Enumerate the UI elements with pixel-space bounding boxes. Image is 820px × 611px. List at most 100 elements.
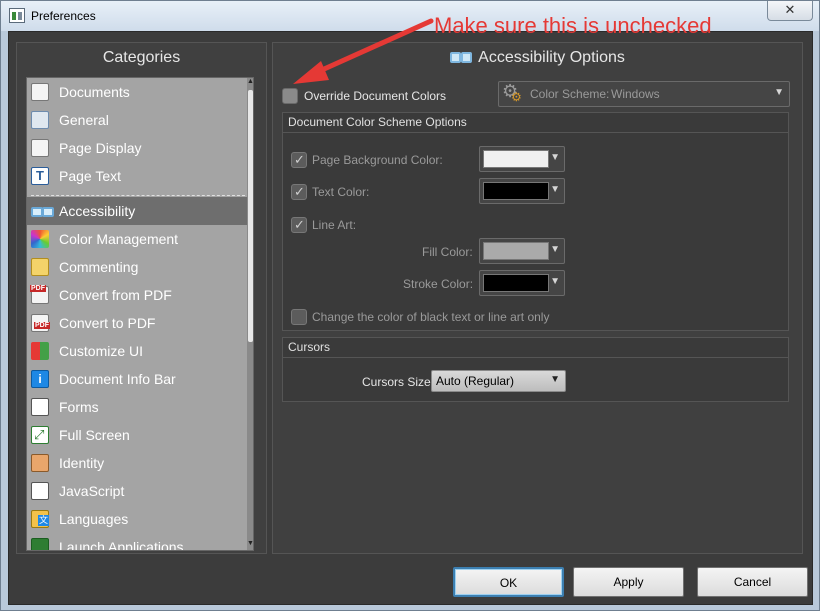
category-label: Identity [59, 455, 105, 471]
category-label: Customize UI [59, 343, 144, 359]
categories-list[interactable]: Documents General Page Display T Page Te… [26, 77, 254, 551]
scroll-down-icon[interactable]: ▼ [247, 540, 253, 550]
category-label: Accessibility [59, 203, 136, 219]
chevron-down-icon: ▼ [550, 276, 560, 287]
category-convert-from-pdf[interactable]: Convert from PDF [27, 281, 247, 309]
ok-button[interactable]: OK [453, 567, 564, 597]
text-color-picker[interactable]: ▼ [479, 178, 565, 204]
color-wheel-icon [31, 230, 49, 248]
chevron-down-icon: ▼ [550, 184, 560, 195]
color-scheme-value: Windows [611, 87, 660, 101]
gear-icon [502, 81, 522, 104]
info-icon: i [31, 370, 49, 388]
line-art-label: Line Art: [312, 218, 357, 232]
text-color-label: Text Color: [312, 185, 370, 199]
category-label: Page Text [59, 168, 122, 184]
document-color-scheme-group: Document Color Scheme Options Page Backg… [282, 112, 789, 331]
category-commenting[interactable]: Commenting [27, 253, 247, 281]
glasses-icon [450, 51, 473, 63]
page-background-color-picker[interactable]: ▼ [479, 146, 565, 172]
category-identity[interactable]: Identity [27, 449, 247, 477]
dialog-body: Categories Documents General Page Displa… [8, 31, 813, 605]
categories-scrollbar[interactable]: ▲ ▼ [247, 78, 253, 550]
categories-header: Categories [102, 49, 181, 66]
color-swatch [483, 150, 549, 168]
document-icon [31, 83, 49, 101]
close-button[interactable]: ✕ [767, 1, 813, 21]
cursors-size-value: Auto (Regular) [436, 374, 515, 388]
category-label: Convert to PDF [59, 315, 156, 331]
category-full-screen[interactable]: Full Screen [27, 421, 247, 449]
category-forms[interactable]: Forms [27, 393, 247, 421]
categories-panel: Categories Documents General Page Displa… [16, 42, 267, 554]
page-text-icon: T [31, 167, 49, 185]
customize-ui-icon [31, 342, 49, 360]
launch-applications-icon [31, 538, 49, 550]
javascript-icon [31, 482, 49, 500]
group-title: Cursors [288, 340, 331, 354]
apply-button[interactable]: Apply [573, 567, 684, 597]
stroke-color-picker[interactable]: ▼ [479, 270, 565, 296]
category-convert-to-pdf[interactable]: Convert to PDF [27, 309, 247, 337]
override-document-colors-label: Override Document Colors [304, 89, 447, 103]
chevron-down-icon: ▼ [550, 374, 560, 385]
category-label: Convert from PDF [59, 287, 172, 303]
color-swatch [483, 274, 549, 292]
identity-icon [31, 454, 49, 472]
color-scheme-select[interactable]: Color Scheme: Windows ▼ [498, 81, 790, 107]
app-icon [9, 8, 25, 23]
annotation-text: Make sure this is unchecked [434, 13, 712, 38]
category-separator [31, 195, 245, 196]
category-javascript[interactable]: JavaScript [27, 477, 247, 505]
general-icon [31, 111, 49, 129]
annotation-arrow [293, 18, 434, 84]
category-label: Languages [59, 511, 129, 527]
cursors-size-select[interactable]: Auto (Regular) ▼ [431, 370, 566, 392]
page-background-label: Page Background Color: [312, 153, 443, 167]
forms-icon [31, 398, 49, 416]
cursors-group: Cursors Cursors Size: Auto (Regular) ▼ [282, 337, 789, 402]
text-color-checkbox[interactable] [291, 184, 307, 200]
color-swatch [483, 242, 549, 260]
stroke-color-label: Stroke Color: [403, 277, 474, 291]
category-label: Launch Applications [59, 539, 184, 551]
line-art-checkbox[interactable] [291, 217, 307, 233]
convert-from-pdf-icon [30, 285, 49, 304]
full-screen-icon [31, 426, 49, 444]
cursors-size-label: Cursors Size: [362, 375, 435, 389]
chevron-down-icon: ▼ [550, 244, 560, 255]
chevron-down-icon: ▼ [774, 87, 784, 98]
black-text-only-checkbox[interactable] [291, 309, 307, 325]
color-swatch [483, 182, 549, 200]
category-accessibility[interactable]: Accessibility [27, 197, 247, 225]
fill-color-picker[interactable]: ▼ [479, 238, 565, 264]
fill-color-label: Fill Color: [422, 245, 473, 259]
category-document-info-bar[interactable]: i Document Info Bar [27, 365, 247, 393]
preferences-window: Preferences ✕ Categories Documents Gener… [0, 0, 820, 611]
languages-icon [31, 510, 49, 528]
category-label: Commenting [59, 259, 139, 275]
category-customize-ui[interactable]: Customize UI [27, 337, 247, 365]
category-general[interactable]: General [27, 106, 247, 134]
color-scheme-label: Color Scheme: [530, 87, 610, 101]
category-label: Forms [59, 399, 99, 415]
category-page-display[interactable]: Page Display [27, 134, 247, 162]
category-launch-applications[interactable]: Launch Applications [27, 533, 247, 551]
page-display-icon [31, 139, 49, 157]
group-divider [283, 357, 788, 358]
scroll-up-icon[interactable]: ▲ [247, 78, 253, 88]
page-background-checkbox[interactable] [291, 152, 307, 168]
category-label: General [59, 112, 109, 128]
black-text-only-label: Change the color of black text or line a… [312, 310, 550, 324]
category-color-management[interactable]: Color Management [27, 225, 247, 253]
category-documents[interactable]: Documents [27, 78, 247, 106]
category-label: Full Screen [59, 427, 130, 443]
category-page-text[interactable]: T Page Text [27, 162, 247, 190]
scrollbar-thumb[interactable] [248, 90, 253, 342]
window-title: Preferences [31, 9, 96, 23]
category-languages[interactable]: Languages [27, 505, 247, 533]
group-title: Document Color Scheme Options [288, 115, 467, 129]
cancel-button[interactable]: Cancel [697, 567, 808, 597]
comment-icon [31, 258, 49, 276]
category-label: Page Display [59, 140, 142, 156]
